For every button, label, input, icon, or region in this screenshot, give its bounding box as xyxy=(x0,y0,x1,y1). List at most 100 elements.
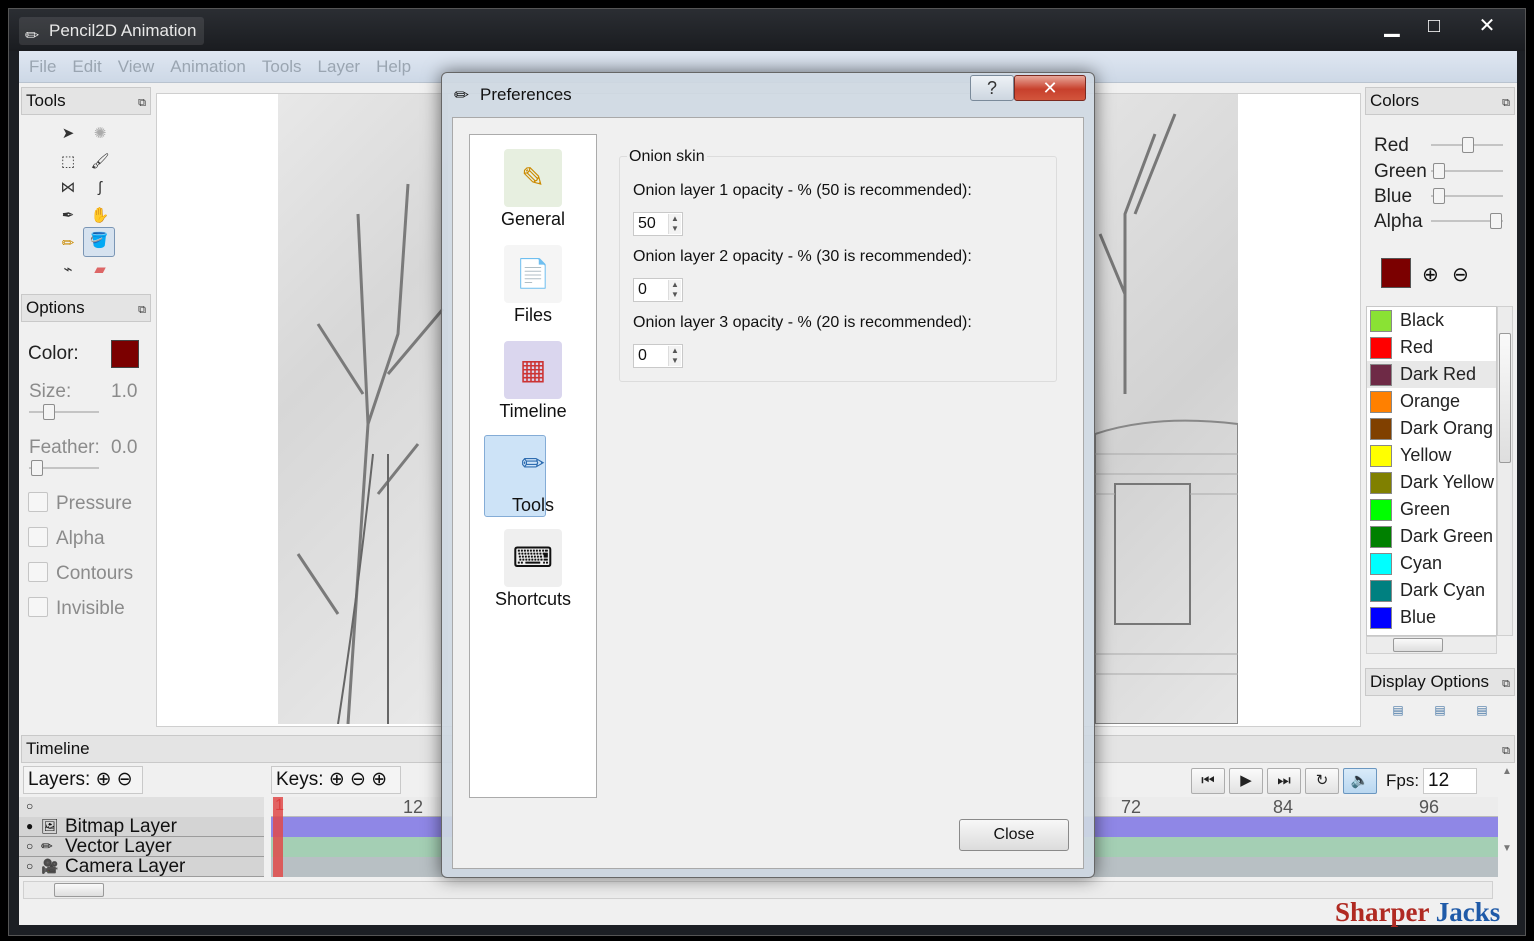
add-layer-icon[interactable]: ⊕ xyxy=(96,769,112,790)
palette-horizontal-scrollbar[interactable] xyxy=(1366,636,1497,654)
mirror-v-icon[interactable]: ▤ xyxy=(1425,703,1455,721)
remove-key-icon[interactable]: ⊖ xyxy=(350,769,366,790)
layer-row-vector[interactable]: ○ ✏ Vector Layer xyxy=(19,837,264,857)
palette-item[interactable]: Dark Orang xyxy=(1367,415,1496,442)
palette-item[interactable]: Dark Green xyxy=(1367,523,1496,550)
green-slider-label: Green xyxy=(1374,161,1427,182)
pen-tool-icon[interactable]: ✒ xyxy=(55,203,81,229)
onion-skin-icon[interactable]: ▤ xyxy=(1467,703,1497,721)
help-button[interactable]: ? xyxy=(970,75,1014,101)
palette-item[interactable]: Dark Yellow xyxy=(1367,469,1496,496)
float-icon[interactable]: ⧉ xyxy=(1502,90,1510,116)
palette-item[interactable]: Black xyxy=(1367,307,1496,334)
close-button[interactable]: Close xyxy=(959,819,1069,851)
palette-item[interactable]: Dark Cyan xyxy=(1367,577,1496,604)
onion-layer-3-spinbox[interactable]: 0 ▲ ▼ xyxy=(633,344,683,368)
feather-slider-handle[interactable] xyxy=(31,460,43,476)
menu-tools[interactable]: Tools xyxy=(262,51,302,82)
palette-item[interactable]: Green xyxy=(1367,496,1496,523)
onion-layer-1-spinbox[interactable]: 50 ▲ ▼ xyxy=(633,212,683,236)
spin-arrows-icon[interactable]: ▲ ▼ xyxy=(668,280,681,300)
sound-button[interactable]: 🔈 xyxy=(1343,768,1377,794)
fps-spinbox[interactable]: 12 xyxy=(1423,768,1477,794)
polyline-tool-icon[interactable]: ⋈ xyxy=(55,175,81,201)
visibility-all-icon[interactable]: ○ xyxy=(26,799,33,813)
menu-help[interactable]: Help xyxy=(376,51,411,82)
size-slider[interactable] xyxy=(29,411,99,413)
playhead[interactable] xyxy=(273,797,283,877)
layer-row-bitmap[interactable]: ● 🖼 Bitmap Layer xyxy=(19,817,264,837)
menu-file[interactable]: File xyxy=(29,51,56,82)
color-swatch xyxy=(1370,309,1392,332)
palette-vertical-scrollbar[interactable] xyxy=(1497,306,1513,636)
nav-timeline[interactable]: ▦ Timeline xyxy=(470,341,596,422)
menu-layer[interactable]: Layer xyxy=(318,51,361,82)
blue-slider-handle[interactable] xyxy=(1433,188,1445,204)
red-slider-handle[interactable] xyxy=(1462,137,1474,153)
nav-shortcuts[interactable]: ⌨ Shortcuts xyxy=(470,529,596,610)
visibility-icon[interactable]: ○ xyxy=(26,837,33,856)
alpha-slider-handle[interactable] xyxy=(1490,213,1502,229)
float-icon[interactable]: ⧉ xyxy=(1502,738,1510,764)
duplicate-key-icon[interactable]: ⊕ xyxy=(371,769,387,790)
smudge-hand-tool-icon[interactable]: ʃ xyxy=(87,175,113,201)
nav-tools[interactable]: ✏ Tools xyxy=(470,435,596,517)
select-tool-icon[interactable]: ⬚ xyxy=(55,149,81,175)
nav-files[interactable]: 📄 Files xyxy=(470,245,596,326)
float-icon[interactable]: ⧉ xyxy=(1502,671,1510,697)
palette-item[interactable]: Red xyxy=(1367,334,1496,361)
scrollbar-thumb[interactable] xyxy=(54,883,104,897)
add-key-icon[interactable]: ⊕ xyxy=(329,769,345,790)
visibility-icon[interactable]: ○ xyxy=(26,857,33,876)
size-slider-handle[interactable] xyxy=(43,404,55,420)
loop-button[interactable]: ↻ xyxy=(1305,768,1339,794)
eyedropper-tool-icon[interactable]: ⌁ xyxy=(55,257,81,283)
menu-animation[interactable]: Animation xyxy=(170,51,246,82)
hand-tool-icon[interactable]: ✋ xyxy=(87,203,113,229)
minimize-button[interactable]: ▁ xyxy=(1371,13,1413,41)
add-color-icon[interactable]: ⊕ xyxy=(1422,262,1439,287)
prev-frame-button[interactable]: ⏮ xyxy=(1191,768,1225,794)
current-color-swatch[interactable] xyxy=(1381,258,1411,288)
pointer-tool-icon[interactable]: ➤ xyxy=(55,121,81,147)
spin-arrows-icon[interactable]: ▲ ▼ xyxy=(668,214,681,234)
remove-color-icon[interactable]: ⊖ xyxy=(1452,262,1469,287)
invisible-checkbox[interactable] xyxy=(28,597,48,617)
float-icon[interactable]: ⧉ xyxy=(138,90,146,116)
palette-item-selected[interactable]: Dark Red xyxy=(1367,361,1496,388)
eraser-tool-icon[interactable]: ▰ xyxy=(87,257,113,283)
alpha-checkbox[interactable] xyxy=(28,527,48,547)
remove-layer-icon[interactable]: ⊖ xyxy=(117,769,133,790)
layer-row-camera[interactable]: ○ 🎥 Camera Layer xyxy=(19,857,264,877)
color-swatch[interactable] xyxy=(111,340,139,368)
scrollbar-thumb[interactable] xyxy=(1393,638,1443,652)
close-window-button[interactable]: ✕ xyxy=(1455,13,1519,41)
palette-item[interactable]: Cyan xyxy=(1367,550,1496,577)
title-bar[interactable]: ✏ Pencil2D Animation ▁ □ ✕ xyxy=(9,9,1525,51)
timeline-vertical-scrollbar[interactable]: ▲ ▼ xyxy=(1499,766,1515,876)
palette-item[interactable]: Blue xyxy=(1367,604,1496,631)
menu-edit[interactable]: Edit xyxy=(72,51,101,82)
maximize-button[interactable]: □ xyxy=(1413,13,1455,41)
dialog-close-x-button[interactable]: ✕ xyxy=(1014,75,1086,101)
nav-general[interactable]: ✎ General xyxy=(470,149,596,230)
smudge-tool-icon[interactable]: ✺ xyxy=(87,121,113,147)
pressure-checkbox[interactable] xyxy=(28,492,48,512)
bucket-tool-icon[interactable]: 🪣 xyxy=(83,227,115,257)
contours-checkbox[interactable] xyxy=(28,562,48,582)
float-icon[interactable]: ⧉ xyxy=(138,297,146,323)
pencil-tool-icon[interactable]: ✏ xyxy=(55,231,81,257)
menu-view[interactable]: View xyxy=(118,51,155,82)
mirror-h-icon[interactable]: ▤ xyxy=(1383,703,1413,721)
visibility-icon[interactable]: ● xyxy=(26,817,33,836)
next-frame-button[interactable]: ⏭ xyxy=(1267,768,1301,794)
timeline-horizontal-scrollbar[interactable] xyxy=(23,881,1493,899)
spin-arrows-icon[interactable]: ▲ ▼ xyxy=(668,346,681,366)
green-slider-handle[interactable] xyxy=(1433,163,1445,179)
brush-tool-icon[interactable]: 🖌 xyxy=(87,149,113,175)
scrollbar-thumb[interactable] xyxy=(1499,333,1511,463)
onion-layer-2-spinbox[interactable]: 0 ▲ ▼ xyxy=(633,278,683,302)
palette-item[interactable]: Orange xyxy=(1367,388,1496,415)
palette-item[interactable]: Yellow xyxy=(1367,442,1496,469)
play-button[interactable]: ▶ xyxy=(1229,768,1263,794)
